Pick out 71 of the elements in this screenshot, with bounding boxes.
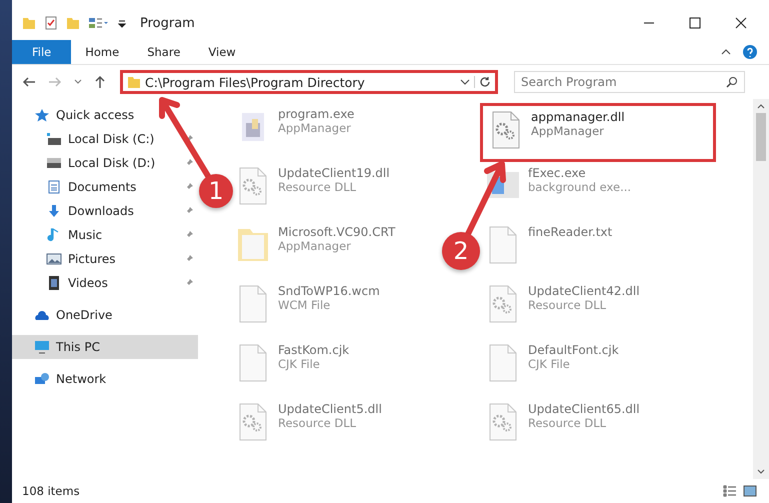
file-name[interactable]: fineReader.txt [528, 225, 612, 239]
film-icon [46, 276, 62, 290]
sidebar-item[interactable]: Pictures [12, 247, 198, 271]
maximize-icon[interactable] [689, 17, 701, 29]
folder-icon [127, 75, 141, 89]
sidebar-item[interactable]: Downloads [12, 199, 198, 223]
refresh-icon[interactable] [474, 76, 491, 88]
sidebar-item[interactable]: This PC [12, 335, 198, 359]
network-icon [34, 372, 50, 386]
file-type: WCM File [278, 298, 332, 312]
details-view-icon[interactable] [723, 485, 737, 497]
help-icon[interactable] [743, 45, 757, 59]
file-name[interactable]: appmanager.dll [531, 110, 625, 124]
file-name[interactable]: UpdateClient42.dll [528, 284, 640, 298]
sidebar-item[interactable]: Music [12, 223, 198, 247]
file-type: Resource DLL [528, 298, 608, 312]
sidebar-item[interactable]: Network [12, 367, 198, 391]
search-field[interactable]: Search Program [514, 71, 745, 93]
monitor-icon [34, 340, 50, 354]
file-type: Resource DLL [278, 416, 358, 430]
sidebar-item[interactable]: Local Disk (C:) [12, 127, 198, 151]
file-type: CJK File [528, 357, 571, 371]
file-type: AppManager [278, 121, 352, 135]
file-type: CJK File [278, 357, 321, 371]
sidebar-item[interactable]: Videos [12, 271, 198, 295]
sidebar-item[interactable]: Quick access [12, 103, 198, 127]
file-name[interactable]: SndToWP16.wcm [278, 284, 380, 298]
chevron-down-icon[interactable] [460, 79, 470, 85]
scroll-down-icon[interactable] [757, 469, 765, 475]
file-name[interactable]: FastKom.cjk [278, 343, 350, 357]
file-name[interactable]: fExec.exe [528, 166, 632, 180]
down-arrow-icon [46, 204, 62, 218]
scroll-up-icon[interactable] [757, 103, 765, 109]
file-type: Resource DLL [278, 180, 358, 194]
drive-icon [46, 156, 62, 170]
star-icon [34, 108, 50, 122]
file-name[interactable]: UpdateClient5.dll [278, 402, 382, 416]
close-icon[interactable] [735, 17, 747, 29]
file-name[interactable]: UpdateClient65.dll [528, 402, 640, 416]
file-name[interactable]: Microsoft.VC90.CRT [278, 225, 396, 239]
ribbon-tab[interactable]: Share [133, 40, 194, 64]
properties-icon[interactable] [44, 16, 58, 30]
up-arrow-icon[interactable] [94, 75, 106, 89]
sidebar-item[interactable]: OneDrive [12, 303, 198, 327]
collapse-ribbon-icon[interactable] [721, 47, 731, 57]
sidebar-item[interactable]: Documents [12, 175, 198, 199]
ribbon-tab[interactable]: Home [71, 40, 134, 64]
item-count: 108 items [22, 484, 80, 498]
document-icon [46, 180, 62, 194]
sidebar-item[interactable]: Local Disk (D:) [12, 151, 198, 175]
drive-icon [46, 132, 62, 146]
file-name[interactable]: program.exe [278, 107, 354, 121]
file-type: AppManager [531, 124, 605, 138]
file-name[interactable]: DefaultFont.cjk [528, 343, 619, 357]
large-icons-view-icon[interactable] [743, 485, 757, 497]
picture-icon [46, 252, 62, 266]
file-item[interactable]: appmanager.dll AppManager [480, 103, 716, 162]
address-bar[interactable]: C:\Program Files\Program Directory [120, 70, 498, 94]
cloud-icon [34, 308, 50, 322]
search-icon [726, 76, 738, 88]
file-type: Resource DLL [528, 416, 608, 430]
file-type: AppManager [278, 239, 352, 253]
view-menu-icon[interactable] [88, 16, 110, 30]
file-name[interactable]: UpdateClient19.dll [278, 166, 390, 180]
back-arrow-icon[interactable] [22, 76, 36, 88]
chevron-down-icon[interactable] [74, 79, 82, 85]
scrollbar-thumb[interactable] [756, 113, 766, 161]
file-type: background exe... [528, 180, 632, 194]
ribbon-tab[interactable]: View [194, 40, 250, 64]
ribbon-tab[interactable]: File [12, 40, 72, 64]
window-title: Program [140, 16, 196, 30]
